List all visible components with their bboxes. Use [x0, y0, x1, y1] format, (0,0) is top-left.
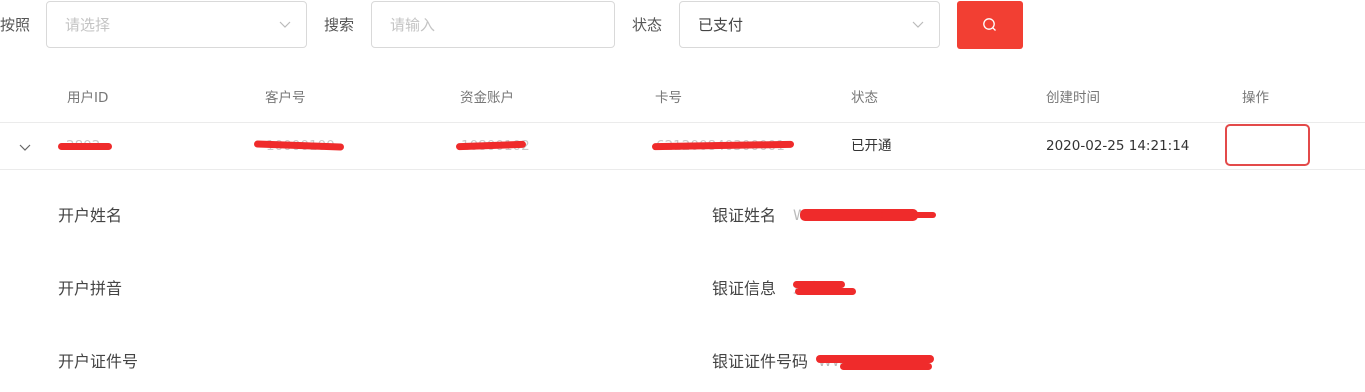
redaction-mark	[840, 363, 932, 370]
redaction-mark	[58, 143, 112, 150]
redaction-mark	[795, 288, 856, 295]
detail-bank-name-label: 银证姓名	[712, 206, 777, 225]
column-fund-account: 资金账户	[460, 90, 514, 106]
redaction-mark	[816, 355, 934, 363]
column-created-at: 创建时间	[1046, 90, 1100, 106]
search-button[interactable]	[957, 1, 1023, 49]
column-status: 状态	[851, 90, 878, 106]
status-select-value: 已支付	[698, 16, 744, 34]
detail-bank-info-label: 银证信息	[712, 279, 777, 298]
cell-status: 已开通	[851, 138, 892, 154]
action-cell-highlight[interactable]	[1225, 124, 1310, 166]
detail-bank-id-label: 银证证件号码	[712, 352, 809, 371]
column-action: 操作	[1242, 90, 1269, 106]
column-customer-no: 客户号	[265, 90, 306, 106]
detail-open-id-label: 开户证件号	[58, 352, 139, 371]
by-select-placeholder: 请选择	[65, 16, 111, 34]
chevron-down-icon	[912, 21, 924, 28]
status-label: 状态	[632, 16, 663, 34]
column-card-no: 卡号	[655, 90, 682, 106]
row-divider	[0, 169, 1365, 170]
redaction-mark	[793, 281, 845, 288]
redaction-mark	[880, 212, 936, 218]
detail-open-name-label: 开户姓名	[58, 206, 123, 225]
detail-open-pinyin-label: 开户拼音	[58, 279, 123, 298]
by-label: 按照	[0, 16, 31, 34]
search-icon	[983, 18, 996, 31]
table-row[interactable]: 2802 10000100 10800102 621200840300001 已…	[0, 123, 1365, 169]
by-select[interactable]: 请选择	[46, 1, 307, 48]
search-input-placeholder: 请输入	[390, 16, 436, 34]
search-input[interactable]: 请输入	[371, 1, 615, 48]
cell-created-at: 2020-02-25 14:21:14	[1046, 138, 1190, 154]
column-user-id: 用户ID	[67, 90, 109, 106]
chevron-down-icon	[279, 21, 291, 28]
status-select[interactable]: 已支付	[679, 1, 940, 48]
chevron-down-icon[interactable]	[17, 139, 33, 155]
search-label: 搜索	[324, 16, 355, 34]
